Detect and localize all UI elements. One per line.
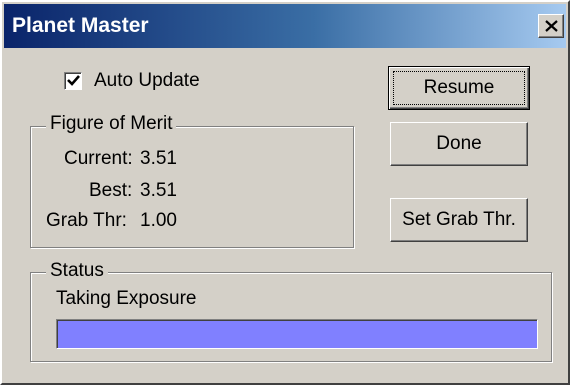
set-grab-thr-button[interactable]: Set Grab Thr. [390,198,528,242]
status-text: Taking Exposure [56,288,197,309]
figure-of-merit-legend: Figure of Merit [46,113,177,135]
set-grab-thr-button-label: Set Grab Thr. [402,209,516,230]
current-label: Current: [64,148,133,169]
resume-button-label: Resume [423,77,495,98]
window-title: Planet Master [12,14,149,37]
status-legend: Status [46,260,108,282]
close-icon [545,20,558,32]
current-value: 3.51 [140,148,177,169]
progress-bar [56,319,538,349]
title-bar[interactable]: Planet Master [4,4,566,48]
resume-button[interactable]: Resume [388,66,530,110]
best-value: 3.51 [140,180,177,201]
auto-update-label[interactable]: Auto Update [94,70,200,92]
best-label: Best: [89,180,133,201]
auto-update-checkbox[interactable] [64,72,82,90]
checkmark-icon [67,75,80,86]
close-button[interactable] [538,14,564,38]
grab-thr-label: Grab Thr: [46,210,127,231]
grab-thr-value: 1.00 [140,210,177,231]
done-button-label: Done [436,133,482,154]
done-button[interactable]: Done [390,122,528,166]
progress-bar-fill [58,321,537,348]
planet-master-dialog: Planet Master Auto Update Figure of Meri… [0,0,570,385]
